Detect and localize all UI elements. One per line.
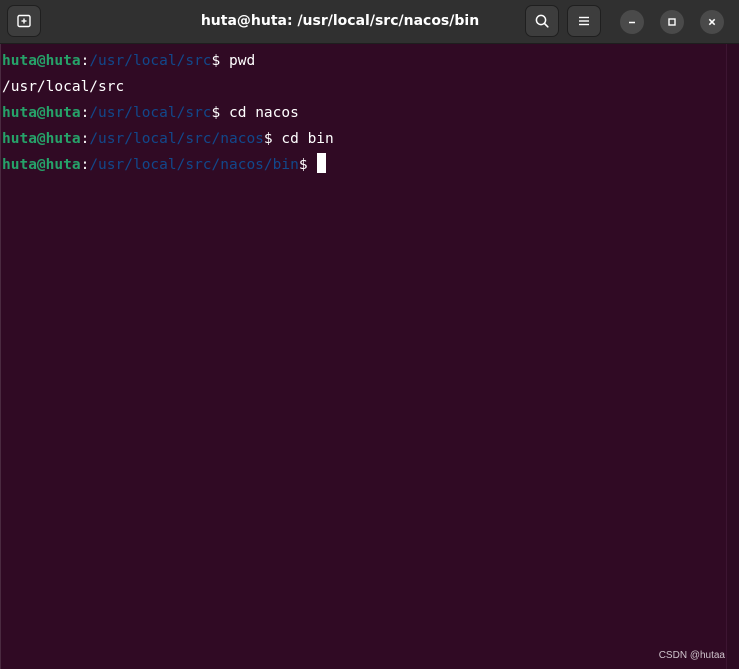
prompt-symbol: $ xyxy=(211,105,229,121)
prompt-path: /usr/local/src xyxy=(89,105,212,121)
terminal-line: huta@huta:/usr/local/src$ pwd xyxy=(2,48,726,74)
window-title: huta@huta: /usr/local/src/nacos/bin xyxy=(200,13,480,29)
prompt-user: huta@huta xyxy=(2,105,81,121)
prompt-path: /usr/local/src xyxy=(89,53,212,69)
search-icon xyxy=(535,14,549,28)
prompt-path: /usr/local/src/nacos/bin xyxy=(89,157,299,173)
search-button[interactable] xyxy=(525,5,559,37)
command-text: cd nacos xyxy=(229,105,299,121)
prompt-separator: : xyxy=(80,53,90,69)
command-text: pwd xyxy=(229,53,256,69)
terminal-line: huta@huta:/usr/local/src/nacos$ cd bin xyxy=(2,126,726,152)
prompt-separator: : xyxy=(80,131,90,147)
scrollbar[interactable] xyxy=(726,44,739,669)
prompt-symbol: $ xyxy=(211,53,229,69)
prompt-user: huta@huta xyxy=(2,157,81,173)
close-button[interactable] xyxy=(700,10,724,34)
prompt-symbol: $ xyxy=(298,157,317,173)
output-text: /usr/local/src xyxy=(2,79,125,95)
minimize-icon xyxy=(629,21,635,24)
prompt-symbol: $ xyxy=(263,131,282,147)
command-text: cd bin xyxy=(281,131,334,147)
new-tab-icon xyxy=(17,14,31,28)
terminal-output[interactable]: huta@huta:/usr/local/src$ pwd /usr/local… xyxy=(0,44,726,669)
title-bar: huta@huta: /usr/local/src/nacos/bin xyxy=(0,0,739,44)
prompt-user: huta@huta xyxy=(2,131,81,147)
close-icon xyxy=(708,18,716,26)
text-cursor xyxy=(317,153,327,173)
prompt-separator: : xyxy=(80,157,90,173)
terminal-window: huta@huta: /usr/local/src/nacos/bin huta… xyxy=(0,0,739,669)
new-tab-button[interactable] xyxy=(7,5,41,37)
prompt-path: /usr/local/src/nacos xyxy=(89,131,264,147)
prompt-user: huta@huta xyxy=(2,53,81,69)
terminal-line: huta@huta:/usr/local/src$ cd nacos xyxy=(2,100,726,126)
maximize-icon xyxy=(668,18,676,26)
watermark: CSDN @hutaa xyxy=(658,650,725,661)
prompt-separator: : xyxy=(80,105,90,121)
terminal-line: huta@huta:/usr/local/src/nacos/bin$ xyxy=(2,152,726,178)
minimize-button[interactable] xyxy=(620,10,644,34)
terminal-line: /usr/local/src xyxy=(2,74,726,100)
maximize-button[interactable] xyxy=(660,10,684,34)
menu-button[interactable] xyxy=(567,5,601,37)
hamburger-menu-icon xyxy=(579,16,589,26)
